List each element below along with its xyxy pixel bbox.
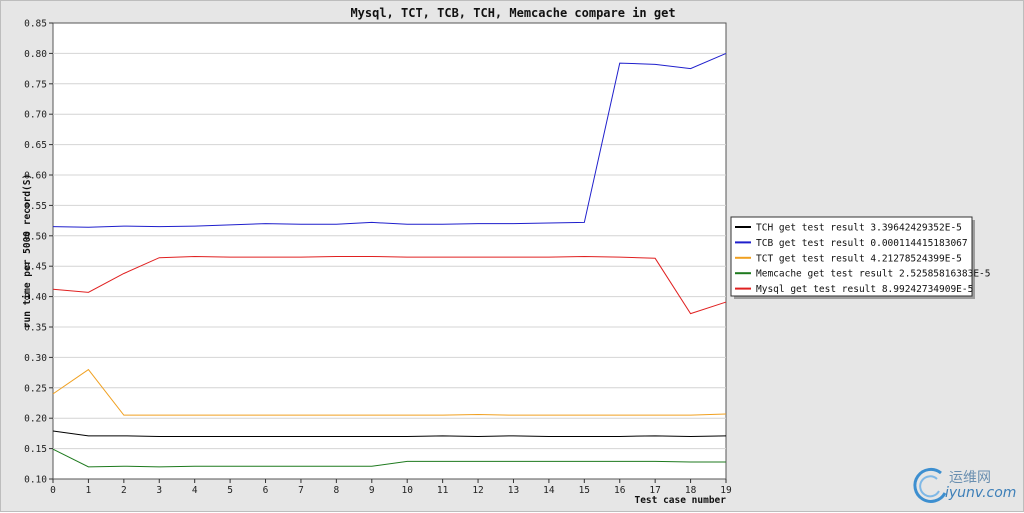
x-tick-label: 5 (227, 485, 233, 496)
y-tick-label: 0.10 (24, 475, 47, 486)
y-tick-label: 0.15 (24, 444, 47, 455)
x-axis-label: Test case number (634, 495, 726, 506)
x-tick-label: 3 (156, 485, 162, 496)
watermark-logo: 运维网 iyunv.com (911, 465, 1017, 505)
legend-entry: TCB get test result 0.000114415183067 (756, 238, 968, 249)
y-tick-label: 0.65 (24, 140, 47, 151)
watermark-en-text: iyunv.com (945, 485, 1017, 501)
x-tick-label: 14 (543, 485, 555, 496)
y-tick-label: 0.80 (24, 49, 47, 60)
legend-entry: Memcache get test result 2.52585816383E-… (756, 269, 991, 280)
legend-entry: TCH get test result 3.39642429352E-5 (756, 223, 962, 234)
x-tick-label: 2 (121, 485, 127, 496)
legend-entry: TCT get test result 4.21278524399E-5 (756, 253, 962, 264)
x-tick-label: 12 (472, 485, 483, 496)
y-tick-label: 0.30 (24, 353, 47, 364)
x-axis-ticks: 0 1 2 3 4 5 6 7 8 9 10 11 12 13 14 15 16 17 18 19 (50, 479, 732, 496)
x-tick-label: 9 (369, 485, 375, 496)
y-tick-label: 0.25 (24, 383, 47, 394)
x-tick-label: 10 (401, 485, 413, 496)
x-tick-label: 1 (86, 485, 92, 496)
legend-entry: Mysql get test result 8.99242734909E-5 (756, 284, 973, 295)
chart-frame: Mysql, TCT, TCB, TCH, Memcache compare i… (0, 0, 1024, 512)
x-tick-label: 11 (437, 485, 449, 496)
plot-area (52, 22, 727, 480)
y-tick-label: 0.70 (24, 110, 47, 121)
x-tick-label: 4 (192, 485, 198, 496)
legend: TCH get test result 3.39642429352E-5 TCB … (730, 216, 991, 299)
x-tick-label: 7 (298, 485, 304, 496)
x-tick-label: 0 (50, 485, 56, 496)
x-tick-label: 16 (614, 485, 626, 496)
x-tick-label: 6 (263, 485, 269, 496)
x-tick-label: 8 (334, 485, 340, 496)
x-tick-label: 13 (508, 485, 519, 496)
line-chart: Mysql, TCT, TCB, TCH, Memcache compare i… (22, 6, 991, 506)
y-tick-label: 0.75 (24, 79, 47, 90)
y-axis-label: run time per 5000 record(S) (22, 174, 33, 328)
chart-title: Mysql, TCT, TCB, TCH, Memcache compare i… (350, 6, 675, 20)
y-tick-label: 0.85 (24, 19, 47, 30)
y-tick-label: 0.20 (24, 414, 47, 425)
x-tick-label: 15 (579, 485, 590, 496)
watermark-cn-text: 运维网 (949, 470, 991, 486)
